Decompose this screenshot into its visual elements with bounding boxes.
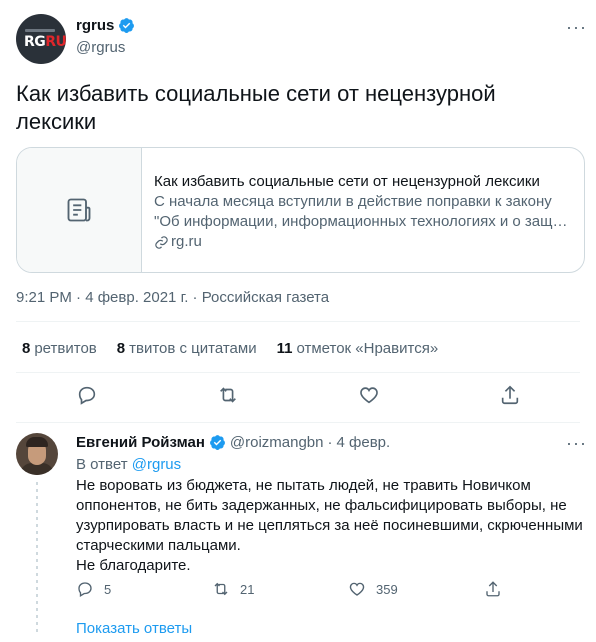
more-icon[interactable]: ··· bbox=[566, 18, 587, 36]
more-icon[interactable]: ··· bbox=[566, 434, 587, 452]
author-name[interactable]: rgrus bbox=[76, 17, 114, 34]
retweets-stat[interactable]: 8 ретвитов bbox=[22, 340, 97, 357]
reply-text: Не воровать из бюджета, не пытать людей,… bbox=[76, 477, 583, 574]
reply-author-name[interactable]: Евгений Ройзман bbox=[76, 434, 205, 451]
tweet-text: Как избавить социальные сети от нецензур… bbox=[16, 81, 496, 134]
reply-date[interactable]: 4 февр. bbox=[337, 434, 391, 451]
author-name-row[interactable]: rgrus bbox=[76, 17, 135, 34]
avatar-logo-tag bbox=[25, 29, 55, 32]
reply-icon[interactable] bbox=[76, 384, 98, 406]
author-handle[interactable]: @rgrus bbox=[76, 39, 125, 56]
reply-to-line: В ответ @rgrus bbox=[76, 456, 182, 473]
reply-share-button[interactable] bbox=[484, 580, 596, 598]
avatar-logo: RGRU bbox=[24, 34, 66, 50]
reply-reply-button[interactable]: 5 bbox=[76, 580, 212, 598]
verified-badge-icon bbox=[209, 435, 225, 450]
like-icon bbox=[349, 582, 365, 596]
reply-header: Евгений Ройзман @roizmangbn · 4 февр. bbox=[76, 434, 390, 451]
retweet-icon[interactable] bbox=[217, 384, 239, 406]
reply-actions: 5 21 359 bbox=[76, 580, 596, 598]
share-icon[interactable] bbox=[499, 384, 521, 406]
divider bbox=[16, 321, 580, 322]
avatar-figure-hair bbox=[26, 437, 48, 447]
reply-author-avatar[interactable] bbox=[16, 433, 58, 475]
reply-retweet-button[interactable]: 21 bbox=[212, 580, 348, 598]
card-thumbnail bbox=[17, 148, 142, 272]
card-domain: rg.ru bbox=[154, 232, 572, 252]
reply-like-button[interactable]: 359 bbox=[348, 580, 484, 598]
article-icon bbox=[67, 198, 91, 222]
tweet-stats: 8 ретвитов 8 твитов с цитатами 11 отметок «… bbox=[22, 340, 438, 357]
verified-badge-icon bbox=[119, 18, 135, 33]
reply-separator: · bbox=[327, 434, 333, 451]
author-avatar[interactable]: RGRU bbox=[16, 14, 66, 64]
retweet-icon bbox=[214, 582, 228, 596]
show-replies-link[interactable]: Показать ответы bbox=[76, 620, 192, 637]
card-title: Как избавить социальные сети от нецензур… bbox=[154, 173, 540, 190]
tweet-timestamp[interactable]: 9:21 PM · 4 февр. 2021 г. · Российская г… bbox=[16, 289, 329, 306]
card-description-line2: "Об информации, информационных технологи… bbox=[154, 213, 572, 230]
tweet-actions bbox=[16, 384, 580, 406]
reply-icon bbox=[78, 582, 92, 597]
link-card[interactable]: Как избавить социальные сети от нецензур… bbox=[16, 147, 585, 273]
card-description-line1: С начала месяца вступили в действие попр… bbox=[154, 193, 552, 210]
divider bbox=[16, 372, 580, 373]
link-icon bbox=[155, 235, 168, 249]
quotes-stat[interactable]: 8 твитов с цитатами bbox=[117, 340, 257, 357]
like-icon[interactable] bbox=[358, 384, 380, 406]
divider bbox=[16, 422, 580, 423]
reply-to-handle[interactable]: @rgrus bbox=[132, 456, 181, 473]
likes-stat[interactable]: 11 отметок «Нравится» bbox=[277, 340, 439, 357]
thread-line bbox=[36, 482, 38, 632]
share-icon bbox=[486, 581, 500, 597]
reply-author-handle[interactable]: @roizmangbn bbox=[230, 434, 324, 451]
